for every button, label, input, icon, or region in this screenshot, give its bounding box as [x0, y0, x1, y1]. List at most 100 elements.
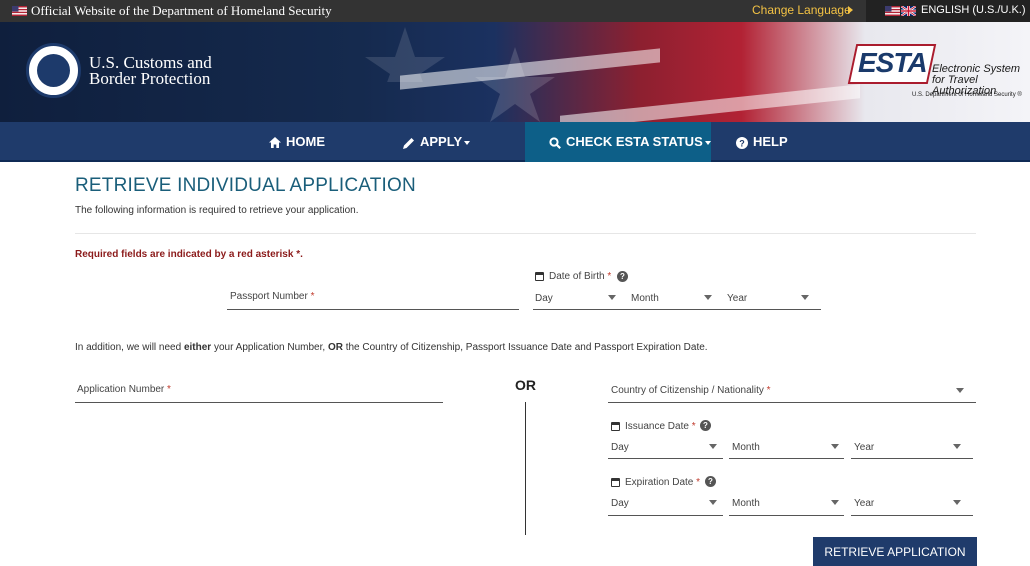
- issuance-day-underline: [608, 458, 723, 459]
- intro-text: The following information is required to…: [75, 205, 359, 216]
- calendar-icon: [535, 272, 544, 281]
- help-icon[interactable]: ?: [617, 271, 628, 282]
- eagle-icon: [37, 54, 70, 87]
- nav-check-esta-status[interactable]: CHECK ESTA STATUS: [525, 122, 711, 162]
- svg-text:?: ?: [739, 138, 745, 148]
- dob-year-select[interactable]: Year: [727, 293, 747, 304]
- issuance-month-select[interactable]: Month: [732, 442, 760, 453]
- passport-number-label: Passport Number: [230, 291, 308, 302]
- site-header: U.S. Customs and Border Protection ESTA …: [0, 22, 1030, 122]
- divider: [75, 233, 976, 234]
- required-asterisk: *: [607, 271, 612, 282]
- expiration-year-underline: [851, 515, 973, 516]
- change-language-link[interactable]: Change Language: [752, 3, 853, 17]
- nav-help-label: HELP: [753, 134, 788, 149]
- expiration-month-underline: [729, 515, 844, 516]
- caret-right-icon: [848, 6, 853, 14]
- gov-bar: Official Website of the Department of Ho…: [0, 0, 1030, 22]
- chevron-down-icon: [831, 444, 839, 449]
- chevron-down-icon: [704, 295, 712, 300]
- question-circle-icon: ?: [736, 136, 748, 149]
- page-title: RETRIEVE INDIVIDUAL APPLICATION: [75, 175, 416, 196]
- us-flag-icon: [12, 6, 27, 16]
- date-of-birth-label: Date of Birth: [549, 271, 605, 282]
- vertical-divider: [525, 402, 526, 535]
- chevron-down-icon: [709, 444, 717, 449]
- additional-info-either: either: [183, 342, 212, 353]
- nav-help[interactable]: ? HELP: [736, 122, 788, 162]
- star-decoration-icon: [365, 27, 445, 82]
- esta-logo[interactable]: ESTA Electronic System for Travel Author…: [847, 44, 1028, 122]
- us-flag-icon: [885, 6, 900, 16]
- chevron-down-icon: [956, 388, 964, 393]
- additional-info-or: OR: [327, 342, 343, 353]
- dob-day-select[interactable]: Day: [535, 293, 553, 304]
- agency-name-line2: Border Protection: [89, 69, 211, 88]
- required-asterisk: *: [167, 384, 171, 395]
- expiration-year-select[interactable]: Year: [854, 498, 874, 509]
- chevron-down-icon: [831, 500, 839, 505]
- passport-number-underline: [227, 309, 519, 310]
- issuance-date-label: Issuance Date: [625, 421, 689, 432]
- nav-apply[interactable]: APPLY: [403, 122, 471, 162]
- passport-number-field[interactable]: Passport Number *: [230, 291, 315, 302]
- country-of-citizenship-select[interactable]: Country of Citizenship / Nationality *: [611, 385, 771, 396]
- required-asterisk: *: [696, 477, 701, 488]
- expiration-month-select[interactable]: Month: [732, 498, 760, 509]
- nav-check-status-label: CHECK ESTA STATUS: [566, 134, 703, 149]
- country-label: Country of Citizenship / Nationality: [611, 385, 764, 396]
- nav-home-label: HOME: [286, 134, 325, 149]
- chevron-down-icon: [953, 500, 961, 505]
- issuance-year-select[interactable]: Year: [854, 442, 874, 453]
- dhs-seal-logo[interactable]: [26, 43, 81, 98]
- issuance-year-underline: [851, 458, 973, 459]
- country-underline: [608, 402, 976, 403]
- help-icon[interactable]: ?: [700, 420, 711, 431]
- official-website-text: Official Website of the Department of Ho…: [31, 3, 332, 18]
- required-asterisk: *: [766, 385, 771, 396]
- nav-apply-label: APPLY: [420, 134, 463, 149]
- issuance-day-select[interactable]: Day: [611, 442, 629, 453]
- main-nav: HOME APPLY CHECK ESTA STATUS ? HELP: [0, 122, 1030, 162]
- expiration-day-underline: [608, 515, 723, 516]
- change-language-label[interactable]: Change Language: [752, 3, 851, 17]
- retrieve-application-button[interactable]: RETRIEVE APPLICATION: [813, 537, 977, 566]
- nav-home[interactable]: HOME: [269, 122, 325, 162]
- dob-underline: [533, 309, 821, 310]
- calendar-icon: [611, 422, 620, 431]
- expiration-date-label: Expiration Date: [625, 477, 694, 488]
- dob-month-select[interactable]: Month: [631, 293, 659, 304]
- additional-info-prefix: In addition, we will need: [75, 342, 184, 353]
- esta-logo-subtitle: U.S. Department of Homeland Security ®: [912, 92, 1022, 98]
- additional-info-text: In addition, we will need either your Ap…: [75, 342, 708, 353]
- or-divider-label: OR: [515, 377, 536, 393]
- help-icon[interactable]: ?: [705, 476, 716, 487]
- required-asterisk: *: [310, 291, 315, 302]
- additional-info-middle: your Application Number,: [211, 342, 328, 353]
- expiration-date-label-group: Expiration Date *: [625, 477, 700, 488]
- calendar-icon: [611, 478, 620, 487]
- agency-name[interactable]: U.S. Customs and Border Protection: [89, 54, 212, 88]
- star-decoration-icon: [475, 47, 555, 122]
- flag-stripe-decoration: [560, 84, 860, 122]
- issuance-date-label-group: Issuance Date *: [625, 421, 696, 432]
- esta-logo-word: ESTA: [858, 47, 928, 78]
- application-number-underline: [75, 402, 443, 403]
- required-asterisk: *: [691, 421, 696, 432]
- application-number-field[interactable]: Application Number *: [77, 384, 171, 395]
- search-icon: [549, 136, 561, 149]
- pencil-icon: [403, 137, 414, 149]
- issuance-month-underline: [729, 458, 844, 459]
- application-number-label: Application Number: [77, 384, 165, 395]
- chevron-down-icon: [953, 444, 961, 449]
- chevron-down-icon: [709, 500, 717, 505]
- date-of-birth-label-group: Date of Birth *: [549, 271, 611, 282]
- uk-flag-icon: [901, 6, 916, 16]
- expiration-day-select[interactable]: Day: [611, 498, 629, 509]
- additional-info-suffix: the Country of Citizenship, Passport Iss…: [342, 342, 708, 353]
- home-icon: [269, 137, 281, 149]
- caret-down-icon: [704, 140, 711, 145]
- current-language-label[interactable]: ENGLISH (U.S./U.K.): [921, 4, 1026, 16]
- caret-down-icon: [464, 140, 471, 145]
- chevron-down-icon: [801, 295, 809, 300]
